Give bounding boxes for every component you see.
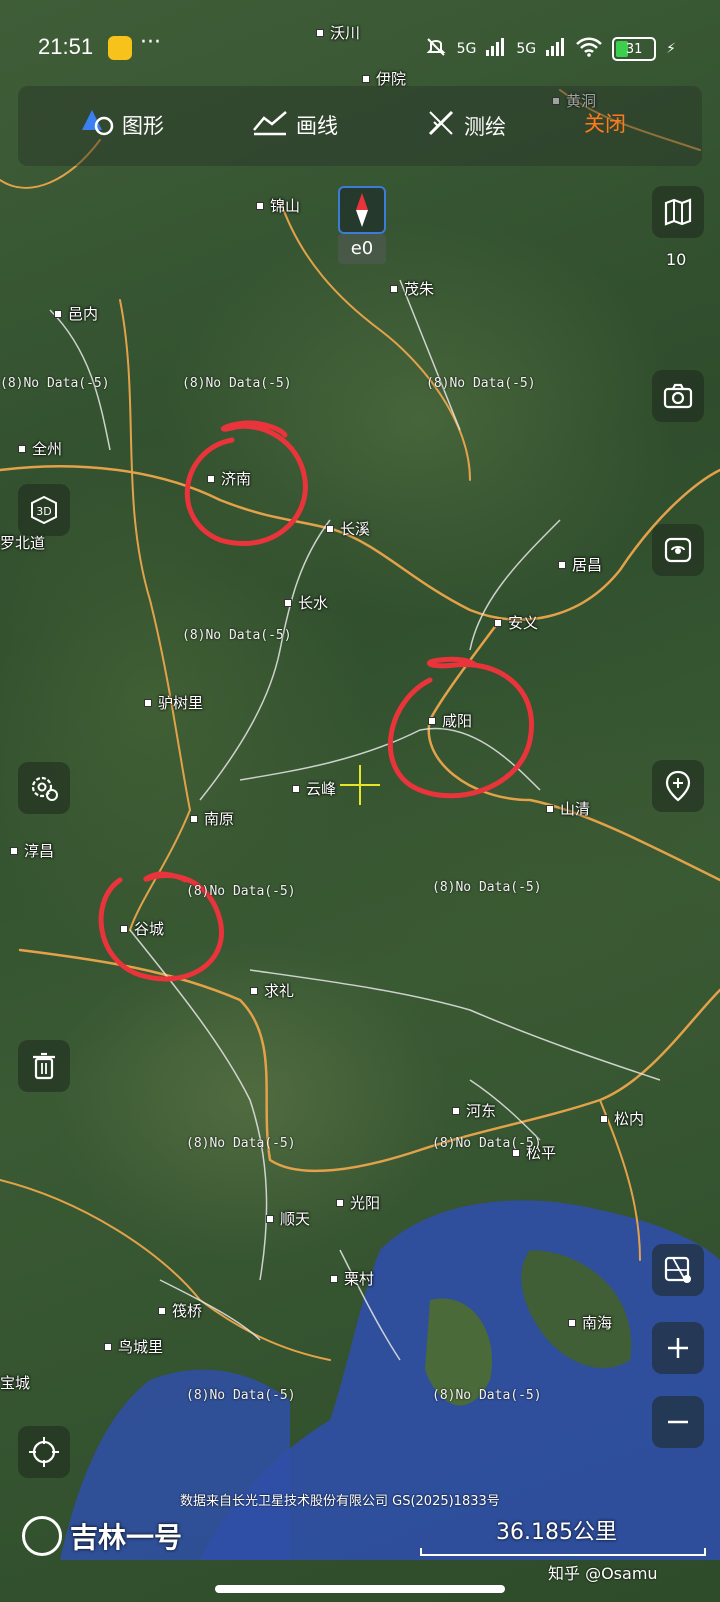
place-label: 松内 bbox=[600, 1108, 644, 1129]
place-label: 长水 bbox=[284, 592, 328, 613]
place-label: 宝城 bbox=[0, 1374, 31, 1392]
close-label: 关闭 bbox=[584, 112, 626, 136]
3d-cube-icon: 3D bbox=[31, 495, 57, 525]
3d-view-button[interactable]: 3D bbox=[18, 484, 70, 536]
gear-icon bbox=[31, 776, 58, 801]
crosshair-icon bbox=[340, 765, 380, 805]
status-bar: 21:51 ··· 5G 5G 31 ⚡ bbox=[0, 30, 720, 66]
trash-icon bbox=[33, 1052, 55, 1080]
place-label: 茂朱 bbox=[390, 278, 434, 299]
compass-button[interactable] bbox=[338, 186, 386, 234]
place-label: 光阳 bbox=[336, 1192, 380, 1213]
place-label: 淳昌 bbox=[10, 840, 54, 861]
no-data-label: (8)No Data(-5) bbox=[186, 884, 296, 899]
shape-icon bbox=[80, 108, 114, 141]
place-label: 云峰 bbox=[292, 778, 336, 799]
minus-icon bbox=[668, 1420, 688, 1424]
delete-button[interactable] bbox=[18, 1040, 70, 1092]
battery-icon: 31 bbox=[612, 37, 657, 61]
no-data-label: (8)No Data(-5) bbox=[182, 628, 292, 643]
rotate-camera-icon bbox=[664, 537, 692, 563]
place-label: 居昌 bbox=[558, 554, 602, 575]
jilin-logo-icon bbox=[22, 1516, 62, 1556]
add-location-icon bbox=[665, 770, 691, 802]
drawing-toolbar: 图形 画线 测绘 关闭 bbox=[18, 86, 702, 166]
line-chart-icon bbox=[252, 108, 288, 141]
place-label: 济南 bbox=[207, 468, 251, 489]
wifi-icon bbox=[576, 37, 603, 61]
shape-tool-label: 图形 bbox=[122, 113, 164, 138]
layers-count: 10 bbox=[666, 250, 687, 269]
place-label: 筏桥 bbox=[158, 1300, 202, 1321]
place-label: 长溪 bbox=[326, 518, 370, 539]
place-label: 顺天 bbox=[266, 1208, 310, 1229]
place-label: 全州 bbox=[18, 438, 62, 459]
scale-bar: 36.185公里 bbox=[420, 1514, 706, 1556]
more-notifications: ··· bbox=[140, 30, 161, 55]
signal-bars-icon bbox=[486, 38, 506, 60]
crosshair-locate-icon bbox=[29, 1437, 59, 1467]
locate-me-button[interactable] bbox=[18, 1426, 70, 1478]
camera-icon bbox=[663, 383, 693, 409]
no-data-label: (8)No Data(-5) bbox=[186, 1136, 296, 1151]
place-label: 谷城 bbox=[120, 918, 164, 939]
mute-icon bbox=[425, 36, 447, 62]
survey-tool-label: 测绘 bbox=[464, 114, 506, 139]
no-data-label: (8)No Data(-5) bbox=[432, 1388, 542, 1403]
brand-logo: 吉林一号 bbox=[22, 1516, 182, 1556]
no-data-label: (8)No Data(-5) bbox=[432, 880, 542, 895]
data-attribution: 数据来自长光卫星技术股份有限公司 GS(2025)1833号 bbox=[180, 1494, 500, 1509]
map-grid-pin-icon bbox=[664, 1256, 691, 1283]
brand-name: 吉林一号 bbox=[70, 1521, 183, 1554]
close-button[interactable]: 关闭 bbox=[584, 108, 626, 138]
ruler-pen-icon bbox=[426, 108, 456, 143]
rotate-view-button[interactable] bbox=[652, 524, 704, 576]
roads bbox=[0, 89, 720, 1361]
map-style-button[interactable] bbox=[652, 1244, 704, 1296]
shape-tool-button[interactable]: 图形 bbox=[80, 108, 164, 141]
place-label: 驴树里 bbox=[144, 692, 203, 713]
signal-label-1: 5G bbox=[456, 41, 477, 57]
signal-label-2: 5G bbox=[516, 41, 537, 57]
svg-text:3D: 3D bbox=[36, 505, 51, 518]
place-label: 山清 bbox=[546, 798, 590, 819]
place-label: 河东 bbox=[452, 1100, 496, 1121]
zoom-out-button[interactable] bbox=[652, 1396, 704, 1448]
scale-ruler bbox=[420, 1548, 706, 1556]
watermark: 知乎 @Osamu bbox=[548, 1564, 658, 1583]
line-tool-button[interactable]: 画线 bbox=[252, 108, 338, 141]
no-data-label: (8)No Data(-5) bbox=[426, 376, 536, 391]
place-label: 南原 bbox=[190, 808, 234, 829]
no-data-label: (8)No Data(-5) bbox=[182, 376, 292, 391]
place-label: 咸阳 bbox=[428, 710, 472, 731]
place-label: 求礼 bbox=[250, 980, 294, 1001]
place-label: 邑内 bbox=[54, 303, 98, 324]
place-label: 锦山 bbox=[256, 195, 300, 216]
status-time: 21:51 bbox=[38, 34, 94, 59]
charging-icon: ⚡ bbox=[666, 41, 676, 57]
plus-icon bbox=[668, 1338, 688, 1358]
camera-button[interactable] bbox=[652, 370, 704, 422]
settings-button[interactable] bbox=[18, 762, 70, 814]
place-label: 南海 bbox=[568, 1312, 612, 1333]
no-data-label: (8)No Data(-5) bbox=[186, 1388, 296, 1403]
compass-label: e0 bbox=[338, 234, 386, 264]
line-tool-label: 画线 bbox=[296, 113, 338, 138]
compass-needle-icon bbox=[356, 193, 368, 227]
map-icon bbox=[664, 198, 692, 226]
survey-tool-button[interactable]: 测绘 bbox=[426, 108, 506, 143]
no-data-label: (8)No Data(-5) bbox=[432, 1136, 542, 1151]
signal-bars-icon bbox=[546, 38, 566, 60]
scale-label: 36.185公里 bbox=[496, 1520, 617, 1545]
location-pin-button[interactable] bbox=[652, 760, 704, 812]
zoom-in-button[interactable] bbox=[652, 1322, 704, 1374]
layers-button[interactable] bbox=[652, 186, 704, 238]
place-label: 安义 bbox=[494, 612, 538, 633]
weibo-app-icon bbox=[108, 36, 132, 60]
place-label: 鸟城里 bbox=[104, 1336, 163, 1357]
gesture-nav-bar[interactable] bbox=[215, 1585, 505, 1593]
place-label: 栗村 bbox=[330, 1268, 374, 1289]
no-data-label: (8)No Data(-5) bbox=[0, 376, 110, 391]
status-right: 5G 5G 31 ⚡ bbox=[425, 36, 676, 62]
